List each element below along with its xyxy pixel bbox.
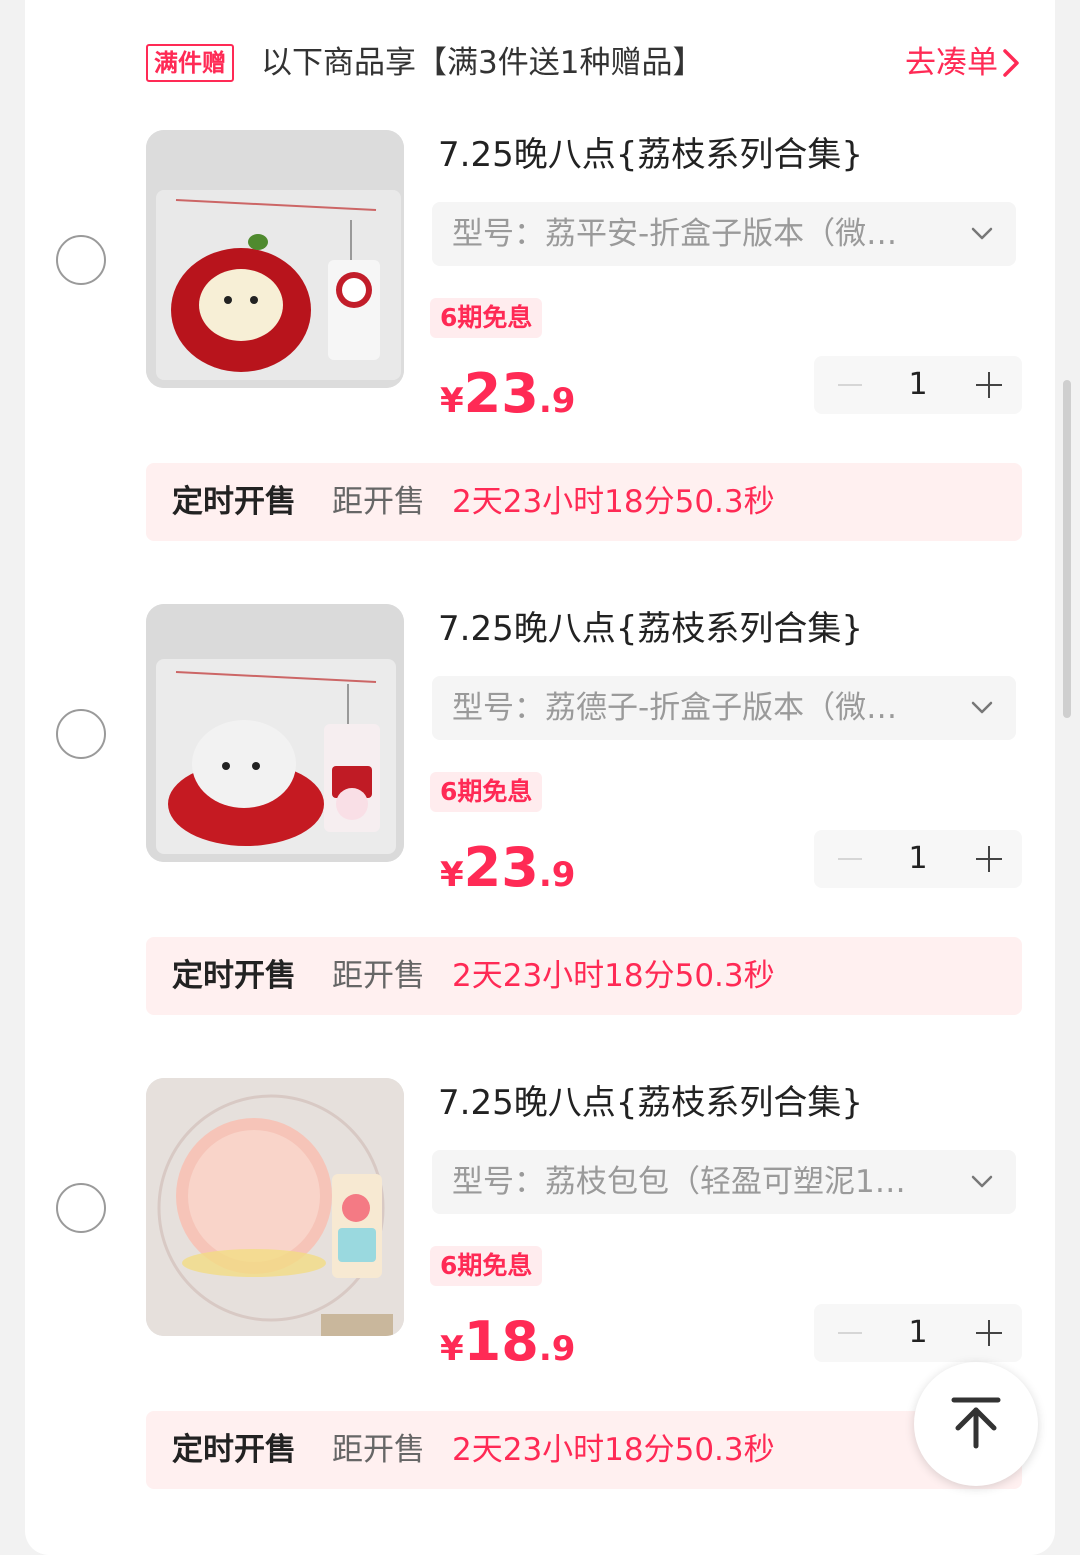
timer-countdown: 2天23小时18分50.3秒 xyxy=(452,484,775,520)
price: ¥23.9 xyxy=(440,836,575,899)
promo-tag: 满件赠 xyxy=(146,44,234,82)
chevron-down-icon xyxy=(971,701,993,714)
price: ¥18.9 xyxy=(440,1310,575,1373)
quantity-value[interactable]: 1 xyxy=(894,830,942,888)
quantity-value[interactable]: 1 xyxy=(894,356,942,414)
timer-prefix: 距开售 xyxy=(332,958,425,994)
arrow-up-to-top-icon xyxy=(951,1397,1001,1449)
installment-badge: 6期免息 xyxy=(430,1246,543,1286)
spec-selector[interactable]: 型号：荔平安-折盒子版本（微… xyxy=(432,202,1016,266)
timer-prefix: 距开售 xyxy=(332,484,425,520)
quantity-stepper: 1 xyxy=(814,356,1022,414)
quantity-stepper: 1 xyxy=(814,1304,1022,1362)
decrease-button[interactable] xyxy=(834,356,864,414)
price-integer: 23 xyxy=(463,836,539,899)
product-image xyxy=(146,1078,404,1336)
chevron-down-icon xyxy=(971,227,993,240)
timer-label: 定时开售 xyxy=(172,1432,296,1468)
timer-prefix: 距开售 xyxy=(332,1432,425,1468)
sale-timer: 定时开售 距开售 2天23小时18分50.3秒 xyxy=(146,1411,1022,1489)
quantity-value[interactable]: 1 xyxy=(894,1304,942,1362)
item-select-radio[interactable] xyxy=(56,709,106,759)
item-select-radio[interactable] xyxy=(56,235,106,285)
chevron-down-icon xyxy=(971,1175,993,1188)
increase-button[interactable] xyxy=(976,372,1002,398)
cart-item: 7.25晚八点{荔枝系列合集} 型号：荔德子-折盒子版本（微… 6期免息 ¥23… xyxy=(0,604,1080,1024)
timer-countdown: 2天23小时18分50.3秒 xyxy=(452,1432,775,1468)
timer-label: 定时开售 xyxy=(172,484,296,520)
price-integer: 23 xyxy=(463,362,539,425)
price-currency: ¥ xyxy=(440,381,464,421)
price-decimal: .9 xyxy=(538,381,576,421)
product-image xyxy=(146,130,404,388)
promo-bar: 满件赠 以下商品享【满3件送1种赠品】 去凑单 xyxy=(146,40,1026,86)
timer-countdown: 2天23小时18分50.3秒 xyxy=(452,958,775,994)
price-decimal: .9 xyxy=(538,855,576,895)
spec-label: 型号：荔德子-折盒子版本（微… xyxy=(452,690,898,726)
promo-link[interactable]: 去凑单 xyxy=(905,44,1020,82)
spec-label: 型号：荔枝包包（轻盈可塑泥1… xyxy=(452,1164,906,1200)
decrease-button[interactable] xyxy=(834,1304,864,1362)
sale-timer: 定时开售 距开售 2天23小时18分50.3秒 xyxy=(146,463,1022,541)
increase-button[interactable] xyxy=(976,846,1002,872)
installment-badge: 6期免息 xyxy=(430,298,543,338)
promo-link-label: 去凑单 xyxy=(905,45,998,81)
increase-button[interactable] xyxy=(976,1320,1002,1346)
product-title[interactable]: 7.25晚八点{荔枝系列合集} xyxy=(438,606,863,652)
spec-selector[interactable]: 型号：荔德子-折盒子版本（微… xyxy=(432,676,1016,740)
price-currency: ¥ xyxy=(440,1329,464,1369)
product-title[interactable]: 7.25晚八点{荔枝系列合集} xyxy=(438,132,863,178)
product-thumbnail[interactable] xyxy=(146,130,404,388)
installment-badge: 6期免息 xyxy=(430,772,543,812)
timer-label: 定时开售 xyxy=(172,958,296,994)
decrease-button[interactable] xyxy=(834,830,864,888)
price-currency: ¥ xyxy=(440,855,464,895)
chevron-right-icon xyxy=(1003,49,1019,77)
back-to-top-button[interactable] xyxy=(914,1362,1038,1486)
price-decimal: .9 xyxy=(538,1329,576,1369)
promo-text: 以下商品享【满3件送1种赠品】 xyxy=(261,45,704,81)
spec-selector[interactable]: 型号：荔枝包包（轻盈可塑泥1… xyxy=(432,1150,1016,1214)
scrollbar[interactable] xyxy=(1063,380,1071,718)
quantity-stepper: 1 xyxy=(814,830,1022,888)
price-integer: 18 xyxy=(463,1310,539,1373)
product-title[interactable]: 7.25晚八点{荔枝系列合集} xyxy=(438,1080,863,1126)
cart-item: 7.25晚八点{荔枝系列合集} 型号：荔平安-折盒子版本（微… 6期免息 ¥23… xyxy=(0,130,1080,550)
price: ¥23.9 xyxy=(440,362,575,425)
product-thumbnail[interactable] xyxy=(146,1078,404,1336)
item-select-radio[interactable] xyxy=(56,1183,106,1233)
product-image xyxy=(146,604,404,862)
product-thumbnail[interactable] xyxy=(146,604,404,862)
spec-label: 型号：荔平安-折盒子版本（微… xyxy=(452,216,898,252)
sale-timer: 定时开售 距开售 2天23小时18分50.3秒 xyxy=(146,937,1022,1015)
